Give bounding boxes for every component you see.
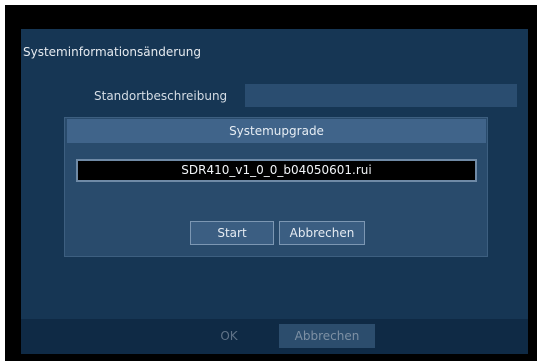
location-description-input[interactable] xyxy=(245,84,517,107)
footer-bar xyxy=(21,319,528,354)
system-upgrade-title: Systemupgrade xyxy=(67,119,486,143)
page-title: Systeminformationsänderung xyxy=(23,45,201,59)
upgrade-file-field[interactable]: SDR410_v1_0_0_b04050601.rui xyxy=(76,159,477,182)
footer-cancel-button[interactable]: Abbrechen xyxy=(279,324,375,348)
ok-button[interactable]: OK xyxy=(196,324,262,348)
cancel-upgrade-button[interactable]: Abbrechen xyxy=(279,221,365,245)
start-button[interactable]: Start xyxy=(190,221,274,245)
location-description-label: Standortbeschreibung xyxy=(94,89,228,103)
